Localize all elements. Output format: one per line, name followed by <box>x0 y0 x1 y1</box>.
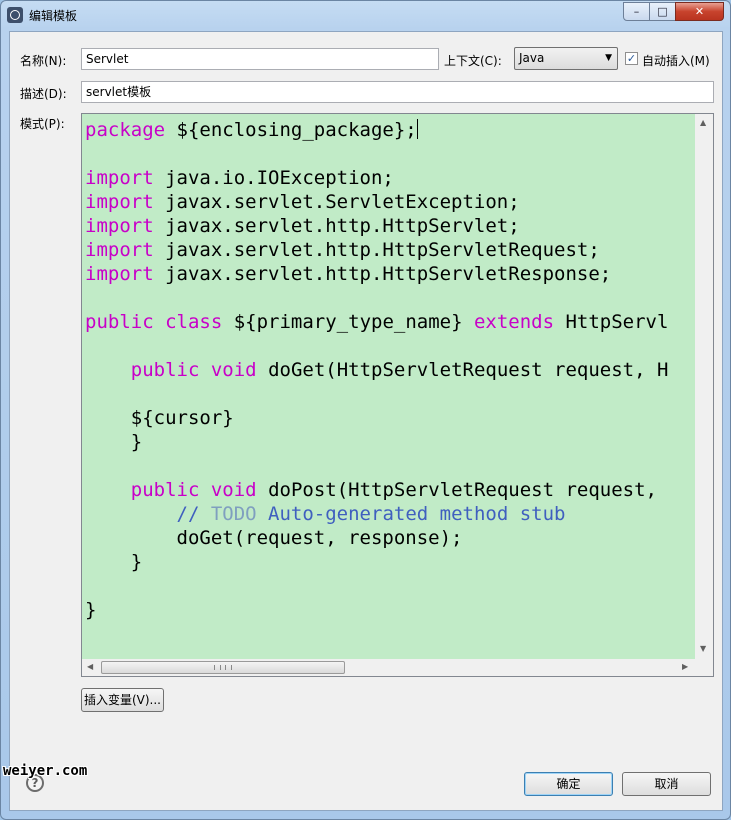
vertical-scrollbar[interactable]: ▲ ▼ <box>695 114 713 659</box>
cancel-button[interactable]: 取消 <box>622 772 711 796</box>
insert-variable-button[interactable]: 插入变量(V)... <box>81 688 164 712</box>
code-line: doGet(request, response); <box>85 527 463 549</box>
pattern-code-text: package ${enclosing_package}; import jav… <box>82 114 695 622</box>
code-line: import java.io.IOException; <box>85 167 394 189</box>
scroll-down-arrow-icon[interactable]: ▼ <box>700 644 706 653</box>
keyword: class <box>165 311 223 333</box>
pattern-editor: package ${enclosing_package}; import jav… <box>81 113 714 677</box>
dropdown-arrow-icon: ▼ <box>605 53 612 63</box>
context-label: 上下文(C): <box>444 54 502 68</box>
keyword: package <box>85 119 166 141</box>
auto-insert-label: 自动插入(M) <box>642 54 710 68</box>
code-comment: // TODO Auto-generated method stub <box>176 503 566 525</box>
code-line: // TODO Auto-generated method stub <box>85 503 566 525</box>
name-label: 名称(N): <box>20 54 67 68</box>
keyword: public <box>130 359 200 381</box>
text-caret <box>416 119 418 139</box>
eclipse-app-icon <box>7 7 23 23</box>
code-line: public class ${primary_type_name} extend… <box>85 311 669 333</box>
ok-button[interactable]: 确定 <box>524 772 613 796</box>
code-line: } <box>85 599 97 621</box>
description-label: 描述(D): <box>20 87 67 101</box>
horizontal-scroll-thumb[interactable] <box>101 661 345 674</box>
watermark: weiyer.com <box>3 763 88 779</box>
code-line: } <box>85 551 143 573</box>
keyword: extends <box>473 311 555 333</box>
keyword: public <box>85 311 154 333</box>
edit-template-dialog: 编辑模板 – □ ✕ 名称(N): Servlet 上下文(C): Java ▼… <box>0 0 731 820</box>
keyword: import <box>85 215 154 237</box>
code-line: ${cursor} <box>85 407 234 429</box>
keyword: import <box>85 191 154 213</box>
code-line: public void doPost(HttpServletRequest re… <box>130 479 657 501</box>
scroll-left-arrow-icon[interactable]: ◀ <box>87 662 93 671</box>
auto-insert-checkbox[interactable]: ✓ <box>625 52 638 65</box>
checkmark-icon: ✓ <box>626 52 637 65</box>
keyword: void <box>210 479 257 501</box>
code-line: import javax.servlet.http.HttpServlet; <box>85 215 520 237</box>
scroll-right-arrow-icon[interactable]: ▶ <box>682 662 688 671</box>
pattern-code-area[interactable]: package ${enclosing_package}; import jav… <box>82 114 695 659</box>
keyword: public <box>130 479 200 501</box>
window-title: 编辑模板 <box>29 9 78 23</box>
keyword: void <box>210 359 257 381</box>
description-input[interactable]: servlet模板 <box>81 81 714 103</box>
close-button[interactable]: ✕ <box>675 2 724 21</box>
grip-icon <box>214 665 232 670</box>
pattern-label: 模式(P): <box>20 117 65 131</box>
code-line: import javax.servlet.http.HttpServletRes… <box>85 263 612 285</box>
name-input[interactable]: Servlet <box>81 48 439 70</box>
keyword: import <box>85 167 154 189</box>
code-line: import javax.servlet.ServletException; <box>85 191 520 213</box>
maximize-button[interactable]: □ <box>649 2 676 21</box>
horizontal-scrollbar[interactable]: ◀ ▶ <box>82 659 695 676</box>
keyword: import <box>85 263 154 285</box>
title-bar[interactable]: 编辑模板 – □ ✕ <box>1 1 730 31</box>
minimize-button[interactable]: – <box>623 2 650 21</box>
code-line: import javax.servlet.http.HttpServletReq… <box>85 239 600 261</box>
scroll-up-arrow-icon[interactable]: ▲ <box>700 118 706 127</box>
context-select-value: Java <box>519 51 545 65</box>
code-line: package ${enclosing_package}; <box>85 119 418 141</box>
dialog-body: 名称(N): Servlet 上下文(C): Java ▼ ✓ 自动插入(M) … <box>9 31 723 811</box>
todo-tag: TODO <box>210 503 257 525</box>
code-line: } <box>85 431 143 453</box>
code-line: public void doGet(HttpServletRequest req… <box>130 359 669 381</box>
keyword: import <box>85 239 154 261</box>
context-select[interactable]: Java ▼ <box>514 47 618 70</box>
